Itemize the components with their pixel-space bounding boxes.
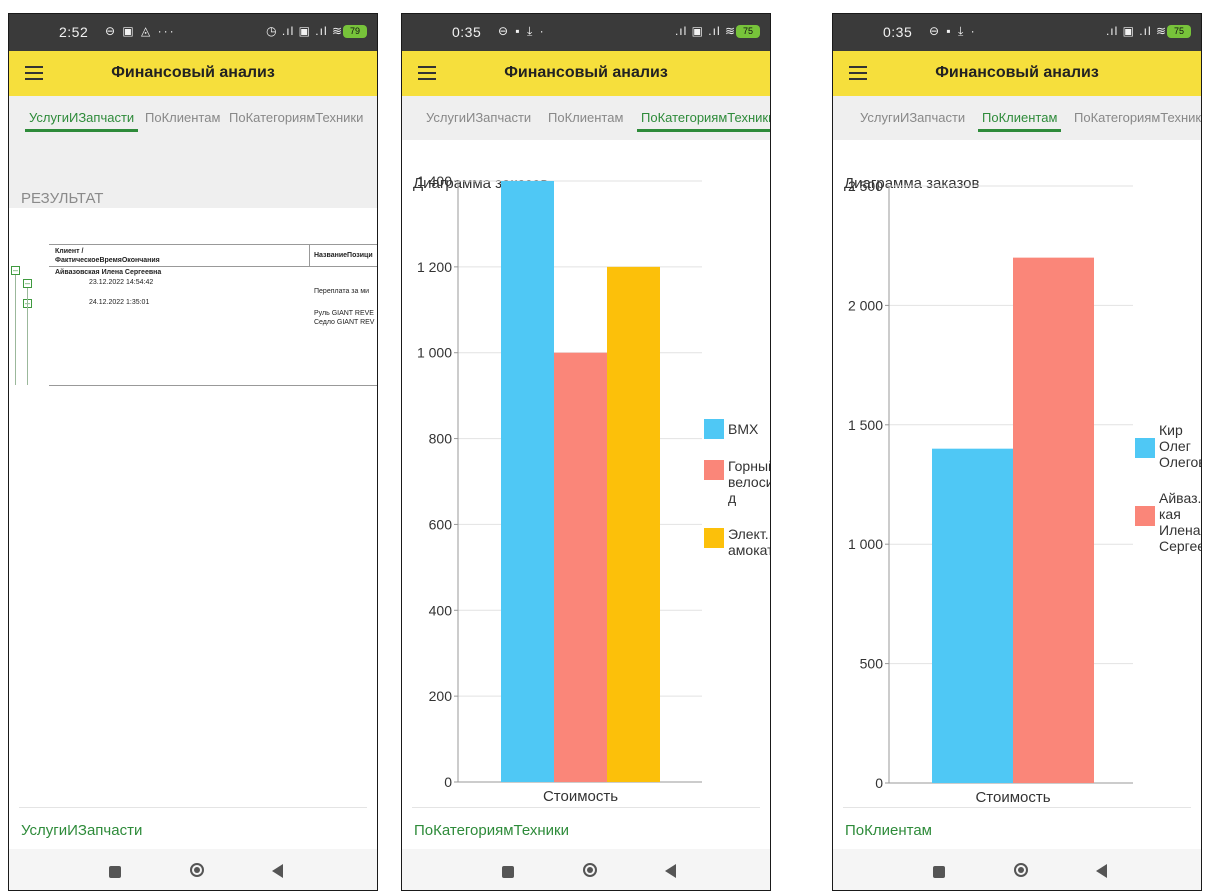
home-icon[interactable] — [190, 863, 204, 877]
result-title: РЕЗУЛЬТАТ — [21, 190, 104, 207]
x-category-label: Стоимость — [975, 789, 1050, 804]
y-tick-label: 400 — [429, 602, 453, 618]
legend-label: Айваз...каяИленаСергее... — [1159, 490, 1202, 554]
y-tick-label: 1 500 — [848, 417, 883, 433]
y-tick-label: 1 000 — [417, 345, 452, 361]
legend-label: BMX — [728, 421, 759, 437]
current-section-label: ПоКатегориямТехники — [414, 822, 569, 839]
legend-swatch — [1135, 506, 1155, 526]
orders-chart: 0 500 1 000 1 500 2 000 2 500 Стоимость — [848, 178, 1133, 804]
phone-screen-by-clients: 0:35 ⊖ ▪ ⤓ · .ıl ▣ .ıl ≋ 75 Финансовый а… — [832, 13, 1202, 891]
y-tick-label: 2 500 — [848, 178, 883, 194]
recent-apps-icon[interactable] — [109, 866, 121, 878]
current-section-label: ПоКлиентам — [845, 822, 932, 839]
legend-label: Элект...амокат — [728, 526, 771, 558]
y-tick-label: 2 000 — [848, 297, 883, 313]
tab-bar: УслугиИЗапчасти ПоКлиентам ПоКатегориямТ… — [9, 96, 377, 140]
report-item-1: Переплата за ми — [314, 288, 370, 295]
report-item-2: Руль GIANT REVE — [314, 310, 374, 317]
orders-chart: 0 200 400 600 800 1 000 1 200 1 400 Стоимость — [417, 173, 702, 804]
bar-1[interactable] — [554, 352, 607, 782]
bar-2[interactable] — [607, 266, 660, 782]
app-bar: Финансовый анализ — [9, 51, 377, 96]
y-tick-label: 800 — [429, 431, 453, 447]
status-bar: 2:52 ⊖ ▣ ◬ ··· ◷ .ıl ▣ .ıl ≋ 79 — [9, 14, 377, 51]
app-title: Финансовый анализ — [111, 64, 275, 81]
notification-icons: ⊖ ▣ ◬ ··· — [105, 24, 176, 38]
status-time: 2:52 — [59, 24, 89, 40]
home-icon[interactable] — [583, 863, 597, 877]
report-date-2[interactable]: 24.12.2022 1:35:01 — [89, 299, 149, 306]
y-tick-label: 600 — [429, 516, 453, 532]
bar-0[interactable] — [501, 181, 554, 782]
signal-wifi-icon: ◷ .ıl ▣ .ıl ≋ — [266, 24, 343, 38]
y-tick-label: 1 400 — [417, 173, 452, 189]
current-section-label: УслугиИЗапчасти — [21, 822, 143, 839]
legend-label: Горныйвелоси...д — [728, 458, 770, 506]
android-nav-bar — [402, 849, 770, 890]
back-icon[interactable] — [1096, 864, 1107, 878]
bar-1[interactable] — [1013, 257, 1094, 783]
phone-screen-services: 2:52 ⊖ ▣ ◬ ··· ◷ .ıl ▣ .ıl ≋ 79 Финансов… — [8, 13, 378, 891]
legend-swatch — [704, 419, 724, 439]
legend-swatch — [1135, 438, 1155, 458]
recent-apps-icon[interactable] — [502, 866, 514, 878]
android-nav-bar — [833, 849, 1201, 890]
collapse-icon[interactable]: – — [11, 266, 20, 275]
battery-icon: 79 — [343, 25, 367, 38]
y-tick-label: 0 — [875, 775, 883, 791]
tab-by-clients[interactable]: ПоКлиентам — [145, 110, 220, 125]
y-tick-label: 0 — [444, 774, 452, 790]
y-tick-label: 500 — [860, 656, 884, 672]
collapse-icon[interactable]: – — [23, 279, 32, 288]
tab-by-equipment-category[interactable]: ПоКатегориямТехники — [229, 110, 363, 125]
back-icon[interactable] — [272, 864, 283, 878]
report-header-end-time: ФактическоеВремяОкончания — [55, 257, 160, 264]
report-header-position: НазваниеПозици — [314, 252, 373, 259]
home-icon[interactable] — [1014, 863, 1028, 877]
android-nav-bar — [9, 849, 377, 890]
report-item-3: Седло GIANT REV — [314, 319, 375, 326]
recent-apps-icon[interactable] — [933, 866, 945, 878]
report-header-client: Клиент / — [55, 248, 84, 255]
tab-services-parts[interactable]: УслугиИЗапчасти — [24, 110, 139, 132]
y-tick-label: 1 200 — [417, 259, 452, 275]
report-date-1[interactable]: 23.12.2022 14:54:42 — [89, 279, 153, 286]
y-tick-label: 1 000 — [848, 536, 883, 552]
legend-swatch — [704, 460, 724, 480]
back-icon[interactable] — [665, 864, 676, 878]
bar-0[interactable] — [932, 448, 1013, 783]
y-tick-label: 200 — [429, 688, 453, 704]
x-category-label: Стоимость — [543, 788, 618, 804]
result-header: РЕЗУЛЬТАТ — [9, 140, 377, 208]
legend-label: КирОлегОлегов... — [1159, 422, 1201, 470]
legend-swatch — [704, 528, 724, 548]
report-client-name[interactable]: Айвазовская Илена Сергеевна — [55, 269, 161, 276]
phone-screen-by-category: 0:35 ⊖ ▪ ⤓ · .ıl ▣ .ıl ≋ 75 Финансовый а… — [401, 13, 771, 891]
